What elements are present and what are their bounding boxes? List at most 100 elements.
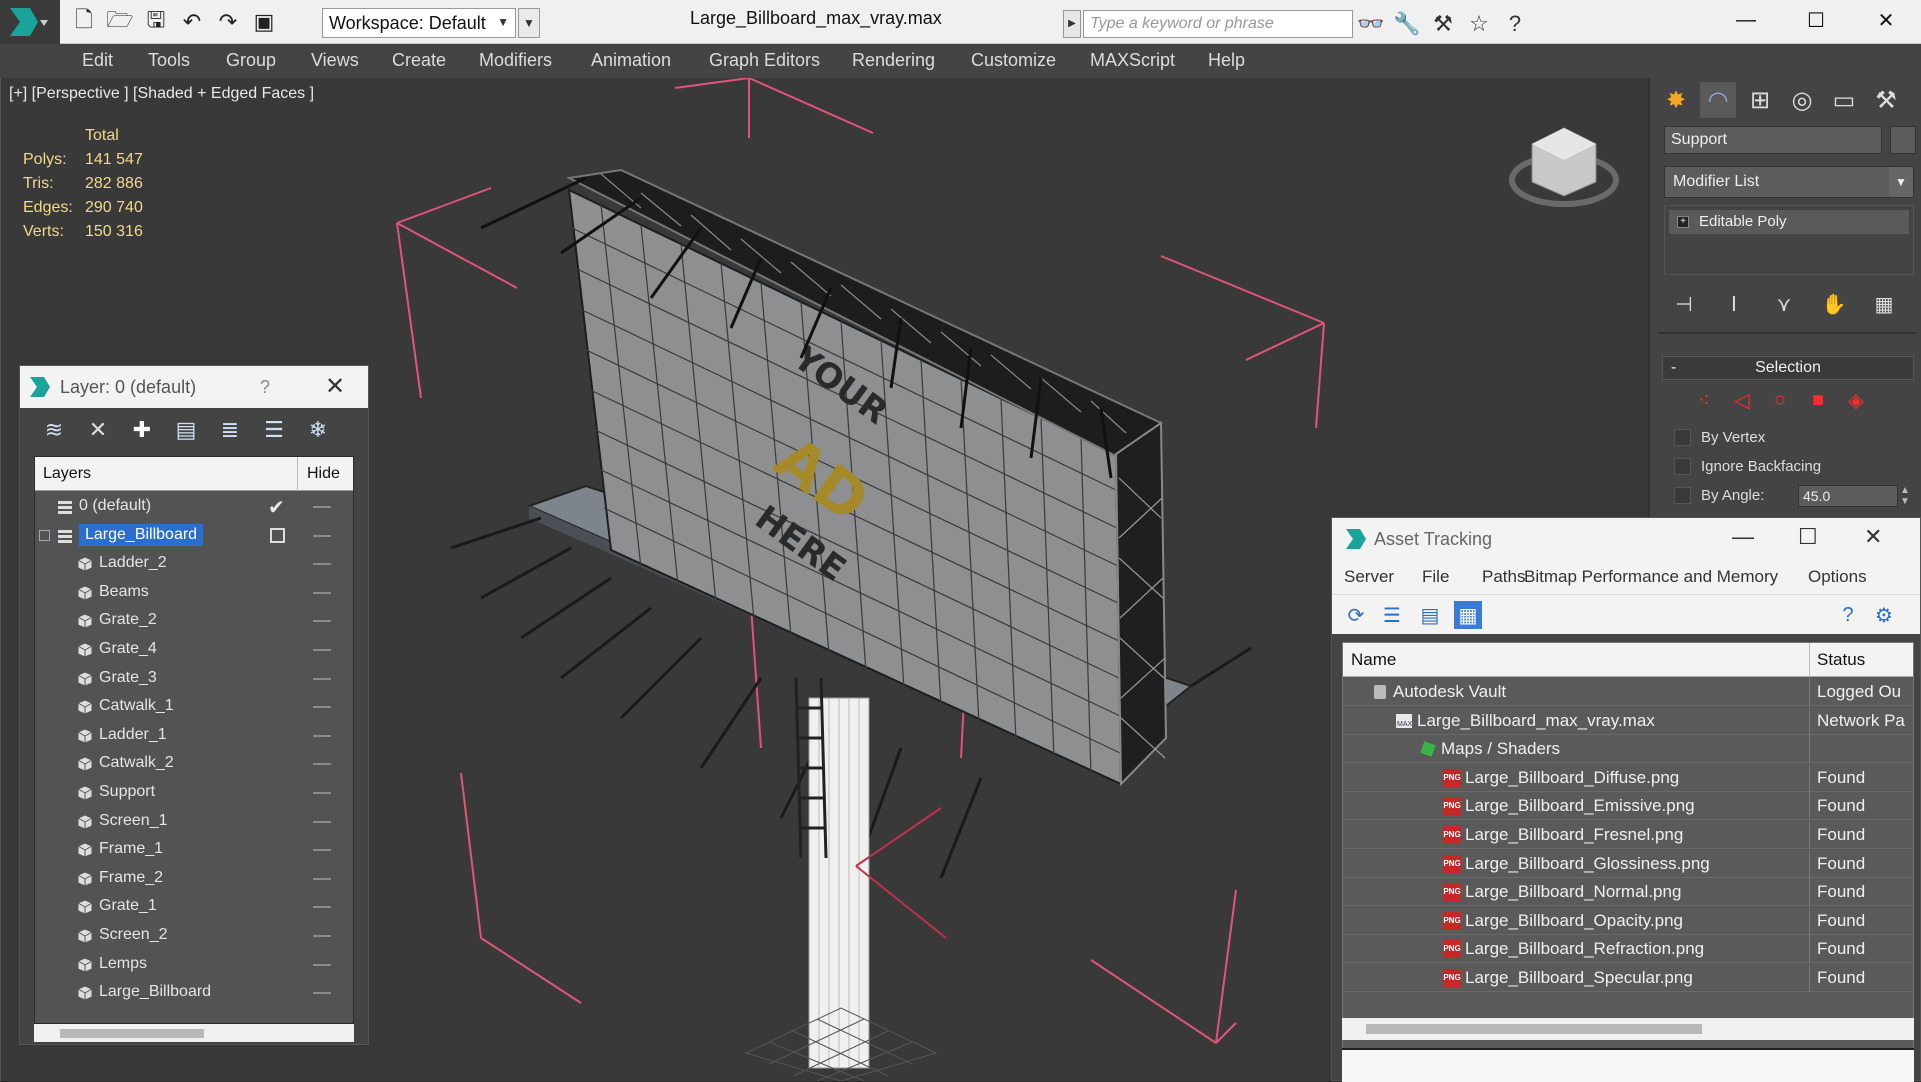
object-row[interactable]: Large_Billboard: [35, 979, 353, 1007]
hide-toggle[interactable]: [313, 563, 331, 566]
motion-tab-icon[interactable]: ◎: [1784, 82, 1820, 118]
menu-maxscript[interactable]: MAXScript: [1090, 50, 1175, 71]
object-row[interactable]: Ladder_2: [35, 550, 353, 578]
object-row[interactable]: Grate_4: [35, 636, 353, 664]
modifier-list-dropdown[interactable]: Modifier List ▼: [1664, 166, 1914, 198]
hide-toggle[interactable]: [313, 877, 331, 880]
selection-rollout-header[interactable]: - Selection: [1662, 356, 1914, 380]
vertex-icon[interactable]: ⁖: [1692, 388, 1716, 412]
close-button[interactable]: ✕: [325, 372, 345, 401]
configure-modifier-sets-icon[interactable]: ▦: [1870, 290, 1898, 318]
close-button[interactable]: ✕: [1851, 0, 1921, 40]
hierarchy-tab-icon[interactable]: ⊞: [1742, 82, 1778, 118]
viewport-label[interactable]: [+] [Perspective ] [Shaded + Edged Faces…: [9, 85, 314, 103]
menu-server[interactable]: Server: [1344, 567, 1394, 587]
horizontal-scrollbar[interactable]: [34, 1024, 354, 1042]
wrench-icon[interactable]: 🔧: [1392, 10, 1422, 38]
help-icon[interactable]: ?: [1500, 10, 1530, 38]
modify-tab-icon[interactable]: ◠: [1700, 82, 1736, 118]
tools-icon[interactable]: ⚒: [1428, 10, 1458, 38]
asset-row[interactable]: PNG Large_Billboard_Fresnel.png Found: [1343, 821, 1913, 849]
star-icon[interactable]: ☆: [1464, 10, 1494, 38]
help-icon[interactable]: ?: [1834, 601, 1862, 629]
object-row[interactable]: Catwalk_2: [35, 750, 353, 778]
asset-row[interactable]: PNG Large_Billboard_Specular.png Found: [1343, 964, 1913, 992]
viewcube-icon[interactable]: [1509, 127, 1619, 207]
object-color-swatch[interactable]: [1890, 126, 1916, 154]
border-icon[interactable]: ○: [1768, 388, 1792, 412]
object-row[interactable]: Grate_1: [35, 893, 353, 921]
column-layers[interactable]: Layers: [43, 465, 91, 483]
by-vertex-checkbox[interactable]: [1674, 429, 1691, 446]
pin-stack-icon[interactable]: ⊣: [1670, 290, 1698, 318]
app-menu-button[interactable]: [0, 0, 60, 44]
close-button[interactable]: ✕: [1864, 524, 1882, 550]
asset-row[interactable]: PNG Large_Billboard_Emissive.png Found: [1343, 792, 1913, 821]
highlight-layer-icon[interactable]: ≣: [214, 414, 246, 446]
dialog-titlebar[interactable]: Layer: 0 (default) ? ✕: [20, 366, 368, 408]
menu-customize[interactable]: Customize: [971, 50, 1056, 71]
search-expand-button[interactable]: ▶: [1063, 10, 1081, 38]
asset-row[interactable]: PNG Large_Billboard_Diffuse.png Found: [1343, 763, 1913, 792]
search-input[interactable]: Type a keyword or phrase: [1083, 10, 1353, 38]
object-name-field[interactable]: Support: [1664, 126, 1882, 154]
column-status[interactable]: Status: [1817, 650, 1865, 670]
undo-icon[interactable]: ↶: [178, 8, 206, 36]
object-row[interactable]: Grate_3: [35, 665, 353, 693]
polygon-icon[interactable]: ■: [1806, 388, 1830, 412]
object-row[interactable]: Frame_2: [35, 865, 353, 893]
object-row[interactable]: Lemps: [35, 951, 353, 979]
hide-toggle[interactable]: [313, 849, 331, 852]
object-row[interactable]: Ladder_1: [35, 722, 353, 750]
hide-toggle[interactable]: [313, 649, 331, 651]
help-button[interactable]: ?: [260, 377, 270, 398]
hide-toggle[interactable]: [313, 763, 331, 766]
minimize-button[interactable]: —: [1711, 0, 1781, 40]
menu-graph-editors[interactable]: Graph Editors: [709, 50, 820, 71]
menu-edit[interactable]: Edit: [82, 50, 113, 71]
menu-rendering[interactable]: Rendering: [852, 50, 935, 71]
hide-toggle[interactable]: [313, 677, 331, 680]
menu-options[interactable]: Options: [1808, 567, 1867, 587]
hide-toggle[interactable]: [313, 734, 331, 737]
by-angle-checkbox[interactable]: [1674, 487, 1691, 504]
create-tab-icon[interactable]: ✸: [1658, 82, 1694, 118]
redo-icon[interactable]: ↷: [214, 8, 242, 36]
list-view-icon[interactable]: ☰: [1378, 601, 1406, 629]
new-file-icon[interactable]: 🗋: [70, 7, 98, 36]
menu-views[interactable]: Views: [311, 50, 359, 71]
refresh-icon[interactable]: ⟳: [1342, 601, 1370, 629]
open-file-icon[interactable]: 🗁: [106, 7, 134, 36]
object-row[interactable]: Support: [35, 779, 353, 807]
object-row[interactable]: Frame_1: [35, 836, 353, 864]
expand-icon[interactable]: +: [1677, 216, 1689, 228]
asset-path-field[interactable]: [1342, 1048, 1914, 1082]
menu-file[interactable]: File: [1422, 567, 1449, 587]
hide-toggle[interactable]: [313, 792, 331, 794]
hide-toggle[interactable]: [313, 992, 331, 995]
settings-icon[interactable]: ⚙: [1870, 601, 1898, 629]
table-view-icon[interactable]: ▦: [1454, 601, 1482, 629]
project-folder-icon[interactable]: ▣: [250, 8, 278, 36]
menu-animation[interactable]: Animation: [591, 50, 671, 71]
hide-toggle[interactable]: [313, 506, 331, 508]
freeze-layers-icon[interactable]: ❄: [302, 414, 334, 446]
collapse-icon[interactable]: [39, 529, 50, 541]
menu-help[interactable]: Help: [1208, 50, 1245, 71]
create-layer-icon[interactable]: ≋: [38, 414, 70, 446]
save-icon[interactable]: 🖫: [142, 7, 170, 36]
asset-row[interactable]: Autodesk Vault Logged Ou: [1343, 678, 1913, 706]
object-row[interactable]: Grate_2: [35, 607, 353, 635]
minimize-button[interactable]: —: [1732, 524, 1754, 550]
show-end-result-icon[interactable]: Ⅰ: [1720, 290, 1748, 318]
layer-row[interactable]: Large_Billboard: [35, 522, 353, 550]
ignore-backfacing-checkbox[interactable]: [1674, 458, 1691, 475]
binoculars-icon[interactable]: 👓: [1356, 10, 1386, 38]
current-layer-check-icon[interactable]: ✔: [268, 495, 285, 520]
asset-row[interactable]: MAX Large_Billboard_max_vray.max Network P…: [1343, 706, 1913, 735]
column-hide[interactable]: Hide: [307, 465, 340, 483]
menu-create[interactable]: Create: [392, 50, 446, 71]
hide-toggle[interactable]: [313, 534, 331, 537]
utilities-tab-icon[interactable]: ⚒: [1868, 82, 1904, 118]
element-icon[interactable]: ◈: [1844, 388, 1868, 412]
